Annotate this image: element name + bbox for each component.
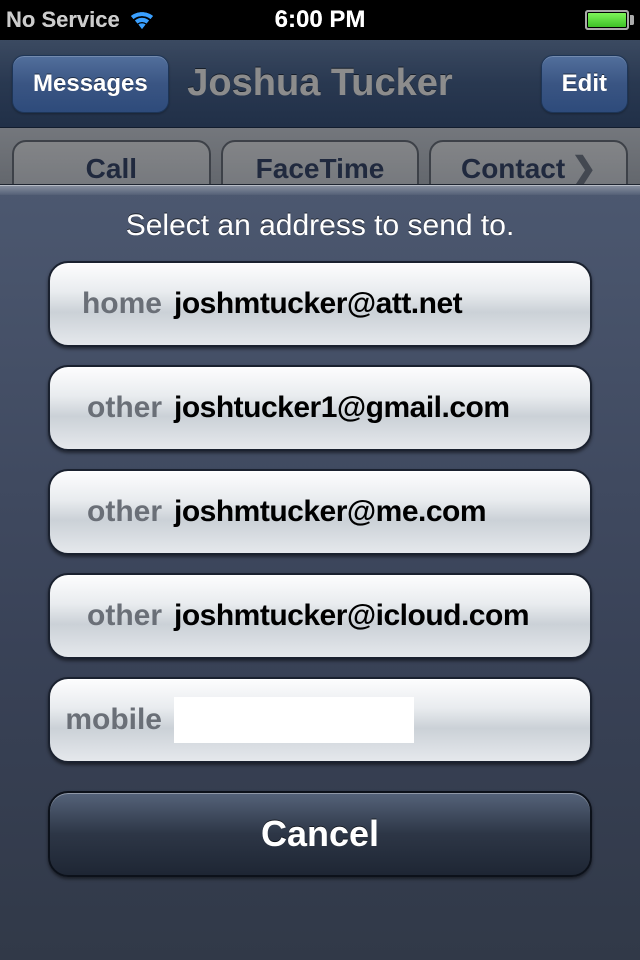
- battery-icon: [585, 10, 634, 30]
- address-label: other: [64, 599, 174, 633]
- status-bar: No Service 6:00 PM: [0, 0, 640, 40]
- address-option[interactable]: other joshmtucker@icloud.com: [48, 573, 592, 659]
- back-button[interactable]: Messages: [12, 55, 169, 113]
- action-sheet: Select an address to send to. home joshm…: [0, 184, 640, 960]
- address-value: joshmtucker@me.com: [174, 495, 486, 529]
- edit-label: Edit: [562, 70, 607, 98]
- sheet-title: Select an address to send to.: [0, 185, 640, 261]
- carrier-text: No Service: [6, 7, 120, 33]
- address-option[interactable]: other joshtucker1@gmail.com: [48, 365, 592, 451]
- cancel-label: Cancel: [261, 813, 379, 855]
- address-option[interactable]: mobile: [48, 677, 592, 763]
- address-label: other: [64, 391, 174, 425]
- address-value: joshtucker1@gmail.com: [174, 391, 510, 425]
- address-value: joshmtucker@att.net: [174, 287, 462, 321]
- cancel-button[interactable]: Cancel: [48, 791, 592, 877]
- redacted-value: [174, 697, 414, 743]
- address-label: other: [64, 495, 174, 529]
- address-label: home: [64, 287, 174, 321]
- back-label: Messages: [33, 70, 148, 98]
- address-value: joshmtucker@icloud.com: [174, 599, 529, 633]
- edit-button[interactable]: Edit: [541, 55, 628, 113]
- address-option[interactable]: home joshmtucker@att.net: [48, 261, 592, 347]
- wifi-icon: [128, 9, 156, 31]
- address-option[interactable]: other joshmtucker@me.com: [48, 469, 592, 555]
- address-label: mobile: [64, 703, 174, 737]
